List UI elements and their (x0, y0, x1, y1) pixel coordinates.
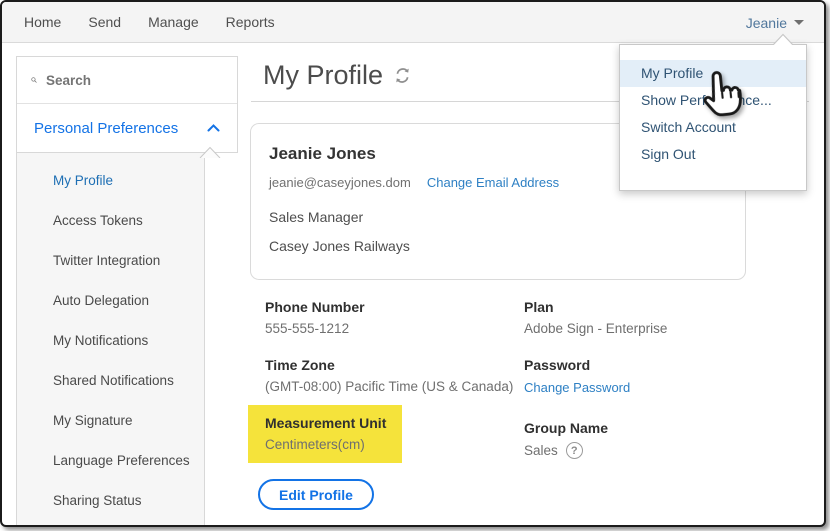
search-input[interactable] (46, 73, 223, 88)
help-icon[interactable]: ? (566, 442, 583, 459)
nav-item-manage[interactable]: Manage (148, 14, 199, 30)
sidebar-item-access-tokens[interactable]: Access Tokens (17, 201, 204, 241)
user-name-label: Jeanie (746, 15, 787, 31)
sidebar-item-sharing-status[interactable]: Sharing Status (17, 481, 204, 521)
nav-item-send[interactable]: Send (88, 14, 121, 30)
dropdown-caret (771, 33, 795, 45)
section-notch (199, 146, 221, 158)
sidebar-item-list: My Profile Access Tokens Twitter Integra… (16, 153, 205, 525)
refresh-icon[interactable] (394, 67, 411, 84)
change-email-link[interactable]: Change Email Address (427, 175, 559, 190)
sidebar-item-my-signature[interactable]: My Signature (17, 401, 204, 441)
sidebar-item-language-preferences[interactable]: Language Preferences (17, 441, 204, 481)
profile-email: jeanie@caseyjones.dom (269, 175, 411, 190)
sidebar-item-my-profile[interactable]: My Profile (17, 161, 204, 201)
app-window: Home Send Manage Reports Jeanie Personal… (0, 0, 826, 527)
field-label: Group Name (524, 420, 824, 436)
section-label: Personal Preferences (34, 120, 178, 137)
page-title-text: My Profile (263, 60, 383, 91)
measurement-unit-highlight: Measurement Unit Centimeters(cm) (248, 405, 402, 463)
chevron-down-icon (794, 20, 804, 25)
field-label: Plan (524, 299, 824, 315)
field-group-name: Group Name Sales ? (524, 415, 824, 473)
field-plan: Plan Adobe Sign - Enterprise (524, 299, 824, 357)
field-password: Password Change Password (524, 357, 824, 415)
page-title: My Profile (263, 60, 411, 91)
sidebar-item-shared-notifications[interactable]: Shared Notifications (17, 361, 204, 401)
sidebar-search (17, 57, 237, 104)
profile-company: Casey Jones Railways (269, 238, 727, 254)
profile-role: Sales Manager (269, 209, 727, 225)
field-phone-number: Phone Number 555-555-1212 (265, 299, 524, 357)
field-value: Sales (524, 443, 558, 458)
field-label: Password (524, 357, 824, 373)
top-nav: Home Send Manage Reports (2, 2, 824, 43)
edit-profile-button[interactable]: Edit Profile (258, 479, 374, 510)
field-value: 555-555-1212 (265, 321, 524, 336)
sidebar-item-my-notifications[interactable]: My Notifications (17, 321, 204, 361)
sidebar-item-twitter-integration[interactable]: Twitter Integration (17, 241, 204, 281)
change-password-link[interactable]: Change Password (524, 380, 630, 395)
field-label: Measurement Unit (265, 415, 386, 431)
nav-item-reports[interactable]: Reports (226, 14, 275, 30)
menu-item-sign-out[interactable]: Sign Out (620, 141, 806, 168)
sidebar-header-panel: Personal Preferences (16, 56, 238, 153)
chevron-up-icon (207, 124, 220, 132)
sidebar-section-personal-preferences[interactable]: Personal Preferences (17, 104, 237, 152)
hand-cursor-icon (695, 68, 746, 125)
field-label: Phone Number (265, 299, 524, 315)
field-label: Time Zone (265, 357, 524, 373)
field-value: (GMT-08:00) Pacific Time (US & Canada) (265, 379, 524, 394)
field-value: Centimeters(cm) (265, 437, 386, 452)
sidebar-item-auto-delegation[interactable]: Auto Delegation (17, 281, 204, 321)
nav-item-home[interactable]: Home (24, 14, 61, 30)
search-icon (31, 71, 37, 89)
field-measurement-unit: Measurement Unit Centimeters(cm) (265, 415, 524, 473)
profile-details: Phone Number 555-555-1212 Plan Adobe Sig… (265, 299, 824, 473)
field-value: Adobe Sign - Enterprise (524, 321, 824, 336)
